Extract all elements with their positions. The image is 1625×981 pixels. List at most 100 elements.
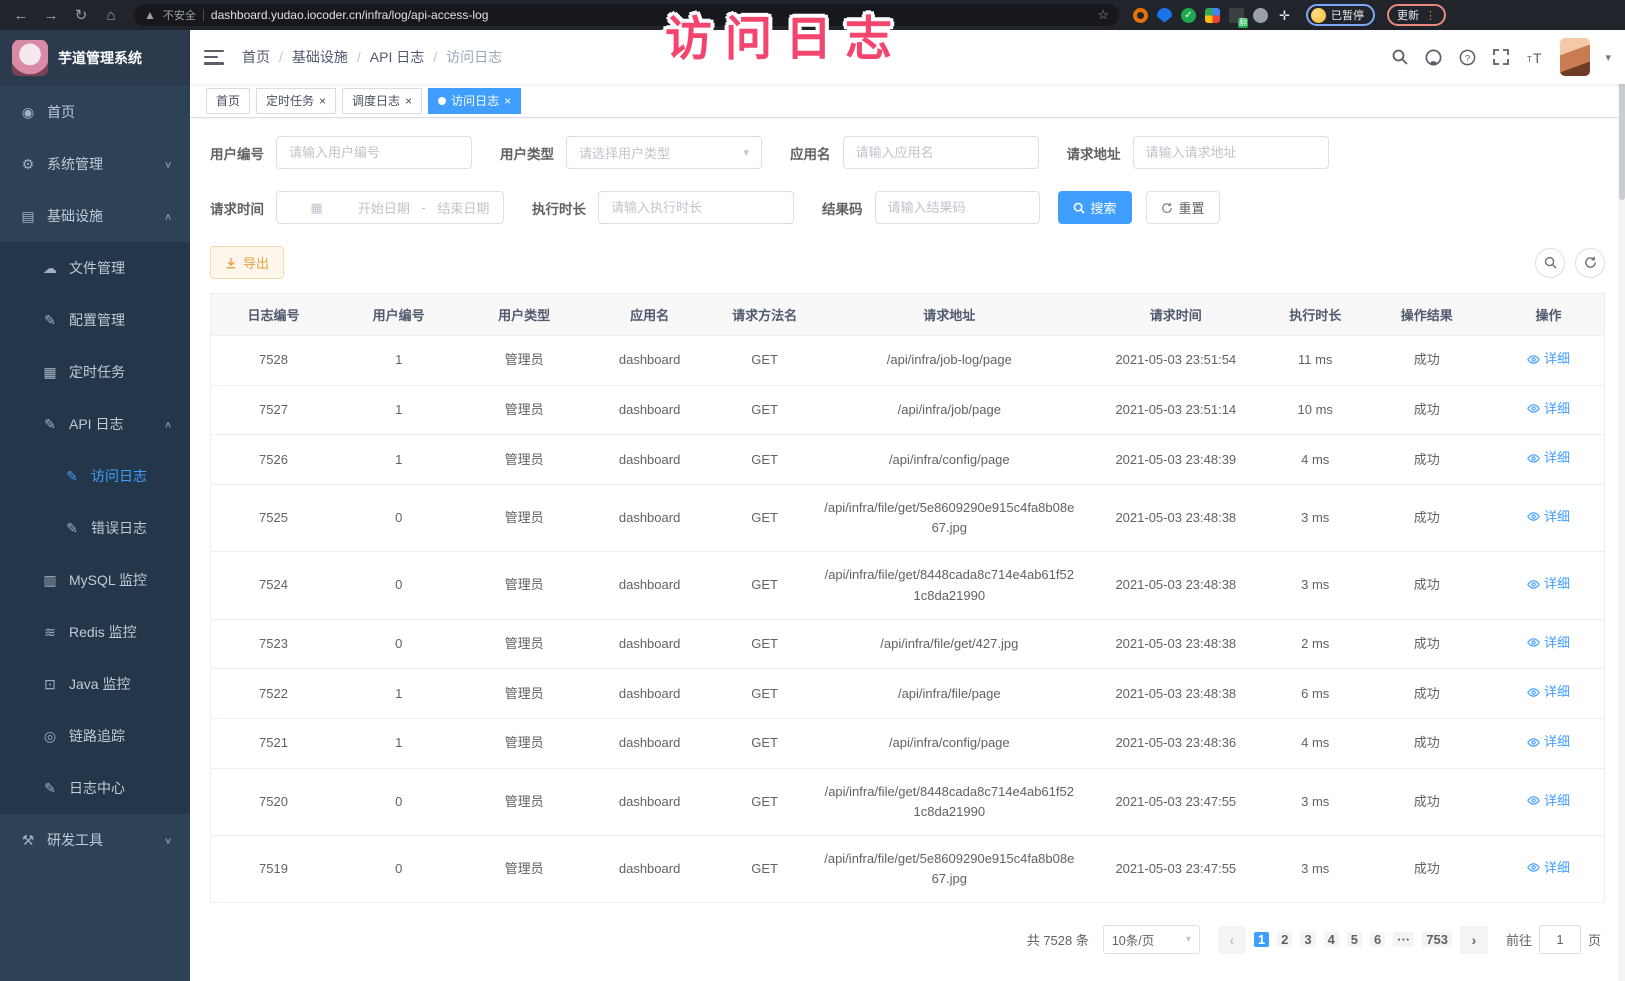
address-bar[interactable]: ▲ 不安全 dashboard.yudao.iocoder.cn/infra/l… bbox=[134, 4, 1119, 26]
extension-gray-icon[interactable] bbox=[1253, 8, 1268, 23]
browser-reload-icon[interactable]: ↻ bbox=[68, 6, 94, 24]
tab-0[interactable]: 首页 bbox=[206, 88, 250, 114]
extension-grid-icon[interactable] bbox=[1205, 8, 1220, 23]
sidebar-item-0[interactable]: ◉首页 bbox=[0, 86, 190, 138]
sidebar-item-14[interactable]: ⚒研发工具∨ bbox=[0, 814, 190, 866]
sidebar-item-8[interactable]: ✎错误日志 bbox=[0, 502, 190, 554]
browser-home-icon[interactable]: ⌂ bbox=[98, 7, 124, 24]
detail-link[interactable]: 详细 bbox=[1527, 507, 1570, 527]
result-code-input[interactable] bbox=[875, 191, 1040, 224]
reset-button[interactable]: 重置 bbox=[1146, 191, 1220, 224]
extensions-puzzle-icon[interactable]: ✛ bbox=[1277, 8, 1292, 23]
column-header: 请求方法名 bbox=[712, 294, 817, 336]
table-cell: 0 bbox=[336, 768, 461, 835]
table-row: 75250管理员dashboardGET/api/infra/file/get/… bbox=[211, 485, 1605, 552]
close-icon[interactable]: × bbox=[405, 95, 412, 107]
request-time-range-picker[interactable]: ▦ 开始日期 - 结束日期 bbox=[276, 191, 504, 224]
sidebar-item-2[interactable]: ▤基础设施∧ bbox=[0, 190, 190, 242]
close-icon[interactable]: × bbox=[504, 95, 511, 107]
kebab-menu-icon[interactable]: ⋮ bbox=[1425, 9, 1436, 22]
detail-link[interactable]: 详细 bbox=[1527, 448, 1570, 468]
user-type-select[interactable]: 请选择用户类型 ▾ bbox=[566, 136, 762, 169]
sidebar-item-10[interactable]: ≋Redis 监控 bbox=[0, 606, 190, 658]
sidebar-item-11[interactable]: ⊡Java 监控 bbox=[0, 658, 190, 710]
user-avatar[interactable] bbox=[1560, 38, 1590, 76]
tab-1[interactable]: 定时任务× bbox=[256, 88, 336, 114]
detail-link-label: 详细 bbox=[1544, 858, 1570, 878]
chevron-down-icon[interactable]: ▾ bbox=[1605, 51, 1611, 64]
sidebar-item-6[interactable]: ✎API 日志∧ bbox=[0, 398, 190, 450]
detail-link[interactable]: 详细 bbox=[1527, 791, 1570, 811]
detail-link[interactable]: 详细 bbox=[1527, 858, 1570, 878]
extension-orange-icon[interactable] bbox=[1133, 8, 1148, 23]
search-button[interactable]: 搜索 bbox=[1058, 191, 1132, 224]
duration-input[interactable] bbox=[598, 191, 794, 224]
browser-forward-icon[interactable]: → bbox=[38, 7, 64, 24]
table-cell: /api/infra/file/page bbox=[817, 669, 1082, 719]
detail-link[interactable]: 详细 bbox=[1527, 732, 1570, 752]
tab-3[interactable]: 访问日志× bbox=[428, 88, 521, 114]
toggle-search-button[interactable] bbox=[1535, 248, 1565, 278]
browser-back-icon[interactable]: ← bbox=[8, 7, 34, 24]
page-button-6[interactable]: 6 bbox=[1370, 932, 1385, 947]
extension-translate-icon[interactable] bbox=[1229, 8, 1244, 23]
sidebar-item-7[interactable]: ✎访问日志 bbox=[0, 450, 190, 502]
not-secure-label[interactable]: 不安全 bbox=[163, 7, 196, 23]
page-button-1[interactable]: 1 bbox=[1254, 932, 1269, 947]
question-circle-icon[interactable]: ? bbox=[1458, 48, 1477, 67]
search-icon[interactable] bbox=[1391, 48, 1409, 66]
hamburger-icon[interactable] bbox=[204, 50, 224, 65]
page-size-select[interactable]: 10条/页 ▾ bbox=[1103, 925, 1200, 954]
url-text[interactable]: dashboard.yudao.iocoder.cn/infra/log/api… bbox=[211, 8, 1090, 22]
breadcrumb-separator: / bbox=[433, 49, 437, 65]
detail-link[interactable]: 详细 bbox=[1527, 349, 1570, 369]
table-cell: 成功 bbox=[1361, 485, 1493, 552]
sidebar-item-4[interactable]: ✎配置管理 bbox=[0, 294, 190, 346]
table-cell: /api/infra/job/page bbox=[817, 385, 1082, 435]
sidebar-item-12[interactable]: ◎链路追踪 bbox=[0, 710, 190, 762]
bookmark-star-icon[interactable]: ☆ bbox=[1097, 7, 1109, 23]
active-dot-icon bbox=[438, 97, 446, 105]
sidebar-item-9[interactable]: ▥MySQL 监控 bbox=[0, 554, 190, 606]
page-button-4[interactable]: 4 bbox=[1324, 932, 1339, 947]
extension-shield-icon[interactable] bbox=[1157, 8, 1172, 23]
tab-2[interactable]: 调度日志× bbox=[342, 88, 422, 114]
detail-link[interactable]: 详细 bbox=[1527, 574, 1570, 594]
fullscreen-icon[interactable] bbox=[1492, 48, 1510, 66]
breadcrumb-item: 基础设施 bbox=[292, 47, 348, 67]
grid-icon: ▤ bbox=[20, 208, 36, 225]
font-size-icon[interactable]: TT bbox=[1525, 48, 1545, 66]
browser-update-button[interactable]: 更新 ⋮ bbox=[1387, 4, 1446, 26]
extension-check-icon[interactable]: ✓ bbox=[1181, 8, 1196, 23]
refresh-table-button[interactable] bbox=[1575, 248, 1605, 278]
page-button-3[interactable]: 3 bbox=[1300, 932, 1315, 947]
sidebar-item-label: 首页 bbox=[47, 102, 190, 122]
table-cell: 成功 bbox=[1361, 836, 1493, 903]
extensions-row: ✓ ✛ bbox=[1133, 8, 1292, 23]
page-button-5[interactable]: 5 bbox=[1347, 932, 1362, 947]
page-button-2[interactable]: 2 bbox=[1277, 932, 1292, 947]
user-id-input[interactable] bbox=[276, 136, 472, 169]
detail-link[interactable]: 详细 bbox=[1527, 682, 1570, 702]
next-page-button[interactable]: › bbox=[1460, 926, 1488, 954]
github-icon[interactable] bbox=[1424, 48, 1443, 67]
goto-page-input[interactable] bbox=[1539, 925, 1581, 954]
page-scrollbar[interactable] bbox=[1618, 30, 1625, 981]
prev-page-button[interactable]: ‹ bbox=[1218, 926, 1246, 954]
sidebar-item-5[interactable]: ▦定时任务 bbox=[0, 346, 190, 398]
app-name-input[interactable] bbox=[843, 136, 1039, 169]
sidebar-logo-row[interactable]: 芋道管理系统 bbox=[0, 30, 190, 86]
request-url-input[interactable] bbox=[1133, 136, 1329, 169]
page-button-753[interactable]: 753 bbox=[1422, 932, 1452, 947]
close-icon[interactable]: × bbox=[319, 95, 326, 107]
export-button[interactable]: 导出 bbox=[210, 246, 284, 279]
sidebar-item-3[interactable]: ☁文件管理 bbox=[0, 242, 190, 294]
sidebar-item-13[interactable]: ✎日志中心 bbox=[0, 762, 190, 814]
browser-profile-chip[interactable]: 已暂停 bbox=[1306, 4, 1375, 26]
breadcrumb-item[interactable]: 首页 bbox=[242, 47, 270, 67]
table-cell: 7519 bbox=[211, 836, 336, 903]
pager-ellipsis[interactable]: ··· bbox=[1393, 932, 1414, 947]
detail-link[interactable]: 详细 bbox=[1527, 399, 1570, 419]
detail-link[interactable]: 详细 bbox=[1527, 633, 1570, 653]
sidebar-item-1[interactable]: ⚙系统管理∨ bbox=[0, 138, 190, 190]
